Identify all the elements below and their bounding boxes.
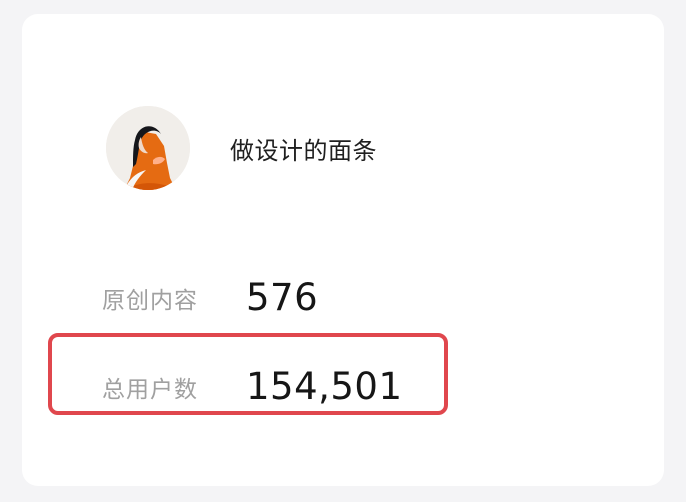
original-content-label: 原创内容 [102, 287, 198, 314]
profile-stats-card: 做设计的面条 原创内容 576 总用户数 154,501 [22, 14, 664, 486]
profile-header: 做设计的面条 [106, 106, 377, 190]
original-content-stat: 原创内容 576 [102, 276, 318, 319]
profile-photo-icon [106, 106, 190, 190]
original-content-value: 576 [246, 276, 319, 319]
avatar[interactable] [106, 106, 190, 190]
username: 做设计的面条 [230, 136, 377, 165]
total-users-highlight [48, 333, 448, 415]
